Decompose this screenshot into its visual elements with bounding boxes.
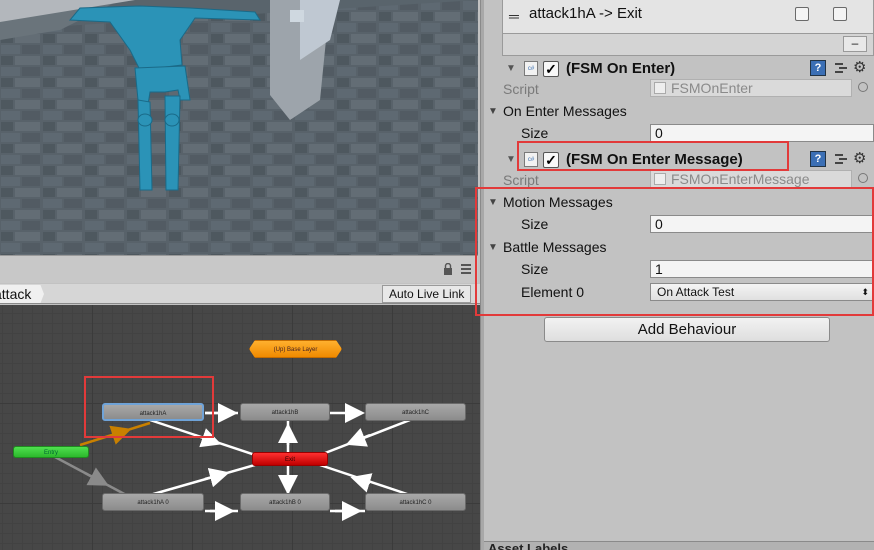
- foldout-arrow-icon[interactable]: ▼: [506, 154, 516, 165]
- battle-size-field[interactable]: 1: [650, 260, 874, 278]
- transition-label: attack1hA -> Exit: [529, 5, 642, 22]
- inspector-panel: ═ attack1hA -> Exit – ▼ c# ✓ (FSM On Ent…: [484, 0, 874, 550]
- element0-dropdown[interactable]: On Attack Test ⬍: [650, 283, 874, 301]
- preset-icon[interactable]: [834, 152, 848, 166]
- state-attack1hA-0[interactable]: attack1hA 0: [102, 493, 204, 511]
- script-value: FSMOnEnterMessage: [671, 171, 810, 187]
- script-label: Script: [503, 172, 539, 188]
- fsm-on-enter-message-header[interactable]: ▼ c# ✓ (FSM On Enter Message) ? ⚙: [484, 149, 874, 171]
- asset-labels-header[interactable]: Asset Labels: [484, 541, 874, 550]
- size-label: Size: [521, 125, 549, 141]
- motion-size-row: Size 0: [484, 213, 874, 235]
- script-row: Script FSMOnEnter: [484, 78, 874, 100]
- state-attack1hC[interactable]: attack1hC: [365, 403, 466, 421]
- scene-render: [0, 0, 478, 255]
- transition-solo-checkbox[interactable]: [833, 7, 847, 21]
- state-attack1hA[interactable]: attack1hA: [102, 403, 204, 421]
- motion-messages-row[interactable]: ▼ Motion Messages: [484, 191, 874, 213]
- battle-messages-row[interactable]: ▼ Battle Messages: [484, 236, 874, 258]
- gear-icon[interactable]: ⚙: [853, 58, 866, 76]
- element0-value: On Attack Test: [657, 285, 735, 299]
- component-title: (FSM On Enter Message): [566, 151, 743, 168]
- menu-icon[interactable]: [459, 263, 473, 275]
- size-label: Size: [521, 216, 549, 232]
- script-file-icon: [654, 82, 666, 94]
- unity-editor: attack Auto Live Link: [0, 0, 874, 550]
- script-value: FSMOnEnter: [671, 80, 753, 96]
- add-behaviour-button[interactable]: Add Behaviour: [544, 317, 830, 342]
- animator-breadcrumb-bar: attack Auto Live Link: [0, 284, 480, 304]
- on-enter-messages-row[interactable]: ▼ On Enter Messages: [484, 100, 874, 122]
- motion-messages-label: Motion Messages: [503, 194, 613, 210]
- component-title: (FSM On Enter): [566, 60, 676, 77]
- component-enabled-checkbox[interactable]: ✓: [543, 152, 559, 168]
- object-picker-icon: [858, 173, 868, 183]
- help-icon[interactable]: ?: [810, 151, 826, 167]
- script-object-field: FSMOnEnterMessage: [650, 170, 852, 188]
- script-object-field: FSMOnEnter: [650, 79, 852, 97]
- dropdown-arrows-icon: ⬍: [861, 287, 869, 297]
- up-base-layer-node[interactable]: (Up) Base Layer: [249, 340, 342, 358]
- script-icon: c#: [524, 152, 538, 167]
- help-icon[interactable]: ?: [810, 60, 826, 76]
- battle-messages-label: Battle Messages: [503, 239, 607, 255]
- element0-label: Element 0: [521, 284, 585, 300]
- preset-icon[interactable]: [834, 61, 848, 75]
- size-label: Size: [521, 261, 549, 277]
- on-enter-messages-label: On Enter Messages: [503, 103, 627, 119]
- element0-row: Element 0 On Attack Test ⬍: [484, 281, 874, 303]
- object-picker-icon: [858, 82, 868, 92]
- foldout-arrow-icon[interactable]: ▼: [488, 242, 498, 253]
- lock-icon[interactable]: [443, 263, 453, 275]
- animator-graph[interactable]: (Up) Base Layer attack1hA attack1hB atta…: [0, 305, 480, 550]
- state-attack1hB-0[interactable]: attack1hB 0: [240, 493, 330, 511]
- transition-list-footer: –: [502, 34, 874, 56]
- foldout-arrow-icon[interactable]: ▼: [488, 197, 498, 208]
- transition-mute-checkbox[interactable]: [795, 7, 809, 21]
- remove-transition-button[interactable]: –: [843, 36, 867, 52]
- entry-node[interactable]: Entry: [13, 446, 89, 458]
- foldout-arrow-icon[interactable]: ▼: [506, 63, 516, 74]
- state-attack1hB[interactable]: attack1hB: [240, 403, 330, 421]
- auto-live-link-button[interactable]: Auto Live Link: [382, 285, 472, 303]
- scene-view[interactable]: [0, 0, 478, 255]
- component-enabled-checkbox[interactable]: ✓: [543, 61, 559, 77]
- transition-arrows: [54, 403, 411, 521]
- size-field[interactable]: 0: [650, 124, 874, 142]
- fsm-on-enter-header[interactable]: ▼ c# ✓ (FSM On Enter) ? ⚙: [484, 58, 874, 80]
- battle-size-row: Size 1: [484, 258, 874, 280]
- exit-node[interactable]: Exit: [252, 452, 328, 466]
- motion-size-field[interactable]: 0: [650, 215, 874, 233]
- on-enter-size-row: Size 0: [484, 122, 874, 144]
- drag-handle-icon[interactable]: ═: [509, 8, 519, 24]
- script-label: Script: [503, 81, 539, 97]
- script-icon: c#: [524, 61, 538, 76]
- state-attack1hC-0[interactable]: attack1hC 0: [365, 493, 466, 511]
- breadcrumb-layer[interactable]: attack: [0, 285, 44, 303]
- foldout-arrow-icon[interactable]: ▼: [488, 106, 498, 117]
- animator-toolbar: [0, 255, 478, 283]
- breadcrumb-label: attack: [0, 286, 32, 302]
- transition-list-item[interactable]: ═ attack1hA -> Exit: [502, 0, 874, 34]
- gear-icon[interactable]: ⚙: [853, 149, 866, 167]
- script-file-icon: [654, 173, 666, 185]
- script-row: Script FSMOnEnterMessage: [484, 169, 874, 191]
